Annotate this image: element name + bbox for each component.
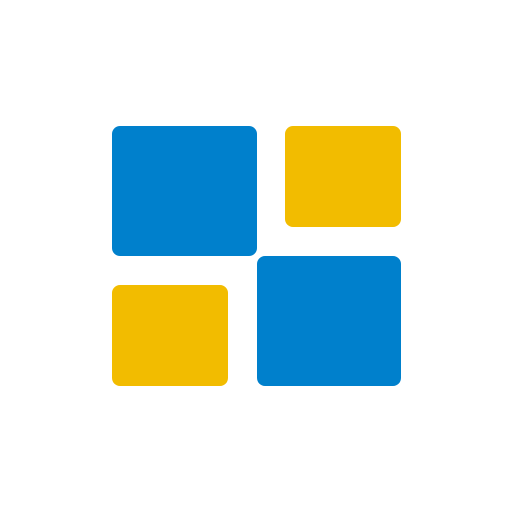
tile-bottom-left-yellow [112, 285, 228, 386]
tile-top-left-blue [112, 126, 257, 256]
tiles-logo-icon [112, 126, 401, 386]
tile-top-right-yellow [285, 126, 401, 227]
tile-bottom-right-blue [257, 256, 401, 386]
icon-canvas [0, 0, 512, 512]
